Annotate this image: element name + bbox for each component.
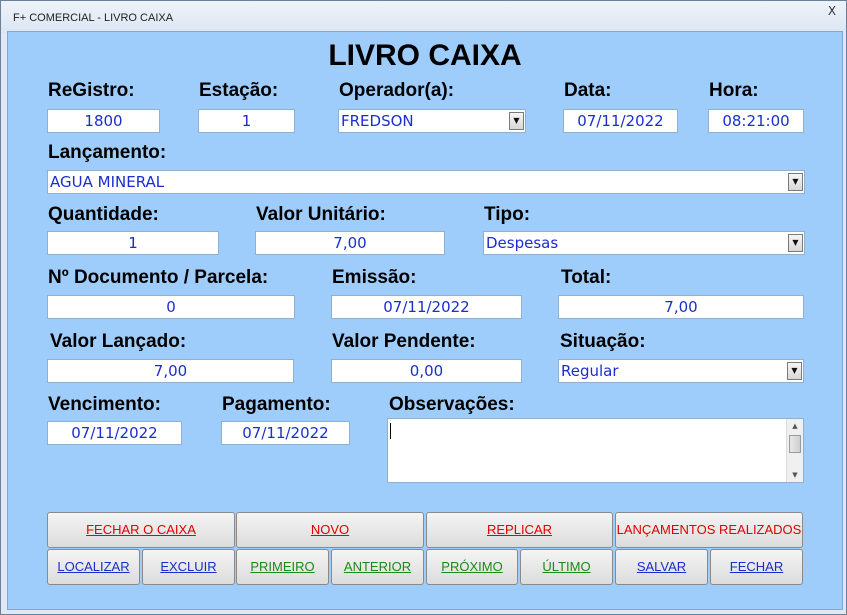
lancamentos-realizados-button-label: LANÇAMENTOS REALIZADOS xyxy=(616,522,802,537)
replicar-button-label: REPLICAR xyxy=(486,522,553,537)
pagamento-label: Pagamento: xyxy=(222,394,331,415)
observacoes-textarea[interactable]: ▲ ▼ xyxy=(387,418,804,483)
fechar-button-label: FECHAR xyxy=(729,559,784,574)
tipo-value: Despesas xyxy=(486,234,559,252)
estacao-field[interactable]: 1 xyxy=(198,109,295,133)
livro-caixa-window: F+ COMERCIAL - LIVRO CAIXA X LIVRO CAIXA… xyxy=(0,0,847,615)
estacao-label: Estação: xyxy=(199,80,279,101)
documento-field[interactable]: 0 xyxy=(47,295,295,319)
anterior-button[interactable]: ANTERIOR xyxy=(331,549,424,585)
operador-value: FREDSON xyxy=(341,112,414,130)
fechar-caixa-button[interactable]: FECHAR O CAIXA xyxy=(47,512,235,548)
fechar-caixa-button-label: FECHAR O CAIXA xyxy=(86,522,196,537)
total-field[interactable]: 7,00 xyxy=(558,295,804,319)
lancamento-select[interactable]: AGUA MINERAL ▼ xyxy=(47,170,805,194)
situacao-select[interactable]: Regular ▼ xyxy=(558,359,804,383)
registro-field[interactable]: 1800 xyxy=(47,109,160,133)
window-title: F+ COMERCIAL - LIVRO CAIXA xyxy=(13,12,174,24)
chevron-down-icon[interactable]: ▼ xyxy=(788,173,803,191)
primeiro-button-label: PRIMEIRO xyxy=(250,559,315,574)
vencimento-field[interactable]: 07/11/2022 xyxy=(47,421,182,445)
operador-select[interactable]: FREDSON ▼ xyxy=(338,109,526,133)
proximo-button-label: PRÓXIMO xyxy=(441,559,503,574)
data-label: Data: xyxy=(564,80,612,101)
chevron-down-icon[interactable]: ▼ xyxy=(787,362,802,380)
documento-label: Nº Documento / Parcela: xyxy=(48,267,269,288)
excluir-button[interactable]: EXCLUIR xyxy=(142,549,235,585)
scroll-down-icon[interactable]: ▼ xyxy=(787,468,803,482)
close-icon[interactable]: X xyxy=(824,1,840,21)
registro-label: ReGistro: xyxy=(48,80,135,101)
tipo-label: Tipo: xyxy=(484,204,531,225)
form-panel: LIVRO CAIXA ReGistro: 1800 Estação: 1 Op… xyxy=(7,31,843,610)
excluir-button-label: EXCLUIR xyxy=(160,559,217,574)
valor-pendente-field[interactable]: 0,00 xyxy=(331,359,522,383)
situacao-label: Situação: xyxy=(560,331,646,352)
chevron-down-icon[interactable]: ▼ xyxy=(509,112,524,130)
valor-pendente-label: Valor Pendente: xyxy=(332,331,476,352)
fechar-button[interactable]: FECHAR xyxy=(710,549,803,585)
replicar-button[interactable]: REPLICAR xyxy=(426,512,613,548)
lancamentos-realizados-button[interactable]: LANÇAMENTOS REALIZADOS xyxy=(615,512,803,548)
pagamento-field[interactable]: 07/11/2022 xyxy=(221,421,350,445)
hora-field[interactable]: 08:21:00 xyxy=(708,109,804,133)
data-field[interactable]: 07/11/2022 xyxy=(563,109,678,133)
scroll-thumb[interactable] xyxy=(789,435,801,453)
title-bar: F+ COMERCIAL - LIVRO CAIXA X xyxy=(1,1,846,33)
primeiro-button[interactable]: PRIMEIRO xyxy=(236,549,329,585)
lancamento-label: Lançamento: xyxy=(48,142,167,163)
scroll-up-icon[interactable]: ▲ xyxy=(787,419,803,433)
total-label: Total: xyxy=(561,267,612,288)
operador-label: Operador(a): xyxy=(339,80,455,101)
valor-unitario-field[interactable]: 7,00 xyxy=(255,231,445,255)
tipo-select[interactable]: Despesas ▼ xyxy=(483,231,805,255)
salvar-button[interactable]: SALVAR xyxy=(615,549,708,585)
proximo-button[interactable]: PRÓXIMO xyxy=(426,549,518,585)
lancamento-value: AGUA MINERAL xyxy=(50,173,165,191)
situacao-value: Regular xyxy=(561,362,619,380)
salvar-button-label: SALVAR xyxy=(636,559,687,574)
anterior-button-label: ANTERIOR xyxy=(343,559,412,574)
localizar-button-label: LOCALIZAR xyxy=(57,559,130,574)
page-title: LIVRO CAIXA xyxy=(328,39,522,72)
ultimo-button-label: ÚLTIMO xyxy=(542,559,591,574)
quantidade-field[interactable]: 1 xyxy=(47,231,219,255)
hora-label: Hora: xyxy=(709,80,759,101)
text-caret xyxy=(390,423,391,439)
quantidade-label: Quantidade: xyxy=(48,204,159,225)
vertical-scrollbar[interactable]: ▲ ▼ xyxy=(786,419,803,482)
emissao-label: Emissão: xyxy=(332,267,417,288)
ultimo-button[interactable]: ÚLTIMO xyxy=(520,549,613,585)
valor-lancado-field[interactable]: 7,00 xyxy=(47,359,294,383)
localizar-button[interactable]: LOCALIZAR xyxy=(47,549,140,585)
valor-lancado-label: Valor Lançado: xyxy=(50,331,187,352)
valor-unitario-label: Valor Unitário: xyxy=(256,204,386,225)
vencimento-label: Vencimento: xyxy=(48,394,161,415)
novo-button-label: NOVO xyxy=(310,522,350,537)
novo-button[interactable]: NOVO xyxy=(236,512,424,548)
chevron-down-icon[interactable]: ▼ xyxy=(788,234,803,252)
observacoes-label: Observações: xyxy=(389,394,515,415)
emissao-field[interactable]: 07/11/2022 xyxy=(331,295,522,319)
